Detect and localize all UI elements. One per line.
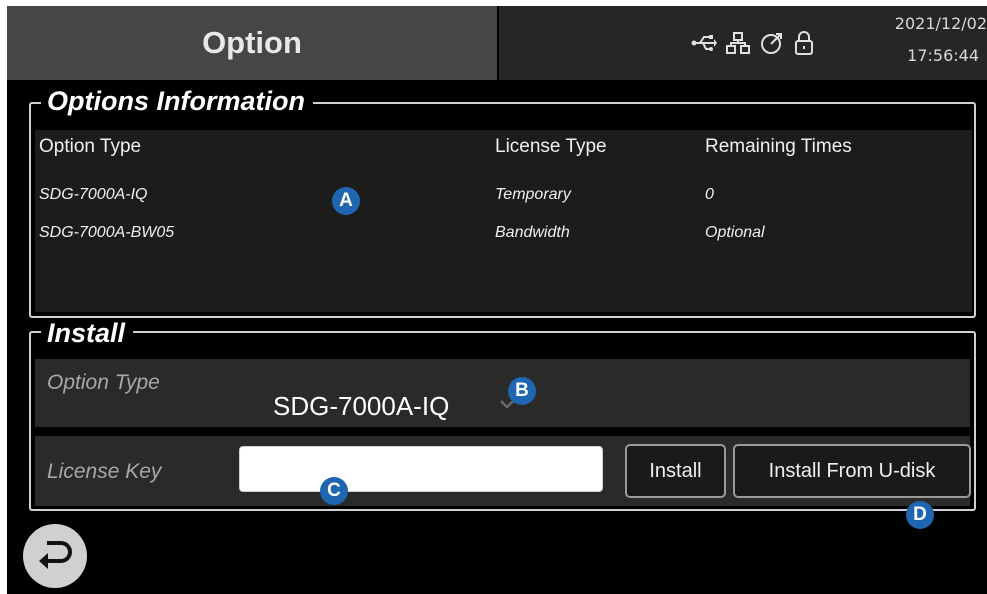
option-screen: Option 2021/12/02 17:56:44 Options Infor… [7, 6, 987, 594]
status-time: 17:56:44 [907, 46, 979, 65]
callout-marker-b: B [508, 377, 536, 405]
license-key-row: License Key Install Install From U-disk [35, 436, 971, 506]
options-information-group: Options Information Option Type License … [29, 86, 976, 318]
column-header-option-type: Option Type [39, 136, 142, 157]
option-type-label: Option Type [47, 371, 160, 394]
lock-icon [789, 28, 819, 58]
install-legend: Install [41, 318, 134, 348]
license-key-input[interactable] [239, 446, 603, 492]
install-button[interactable]: Install [625, 444, 726, 498]
row-2-remaining-times: Optional [705, 224, 765, 241]
column-header-license-type: License Type [495, 136, 607, 157]
option-type-value: SDG-7000A-IQ [273, 391, 450, 421]
back-arrow-icon [35, 537, 75, 576]
options-information-legend: Options Information [41, 86, 313, 116]
callout-marker-a: A [332, 187, 360, 215]
install-from-udisk-button[interactable]: Install From U-disk [733, 444, 971, 498]
options-table: Option Type License Type Remaining Times… [35, 130, 972, 312]
row-1-option-type: SDG-7000A-IQ [39, 186, 148, 203]
install-group: Install Option Type SDG-7000A-IQ License… [29, 318, 976, 511]
network-icon [723, 28, 753, 58]
license-key-label: License Key [47, 460, 162, 483]
row-2-license-type: Bandwidth [495, 224, 570, 241]
back-button[interactable] [23, 524, 87, 588]
page-title: Option [7, 6, 497, 80]
option-type-select[interactable]: Option Type SDG-7000A-IQ [35, 359, 970, 427]
callout-marker-d: D [906, 501, 934, 529]
status-date: 2021/12/02 [894, 14, 987, 33]
external-clock-icon [757, 28, 787, 58]
row-2-option-type: SDG-7000A-BW05 [39, 224, 175, 241]
status-bar: 2021/12/02 17:56:44 [499, 6, 987, 80]
row-1-license-type: Temporary [495, 186, 571, 203]
callout-marker-c: C [320, 477, 348, 505]
column-header-remaining-times: Remaining Times [705, 136, 852, 157]
row-1-remaining-times: 0 [705, 186, 714, 203]
usb-icon [689, 28, 719, 58]
